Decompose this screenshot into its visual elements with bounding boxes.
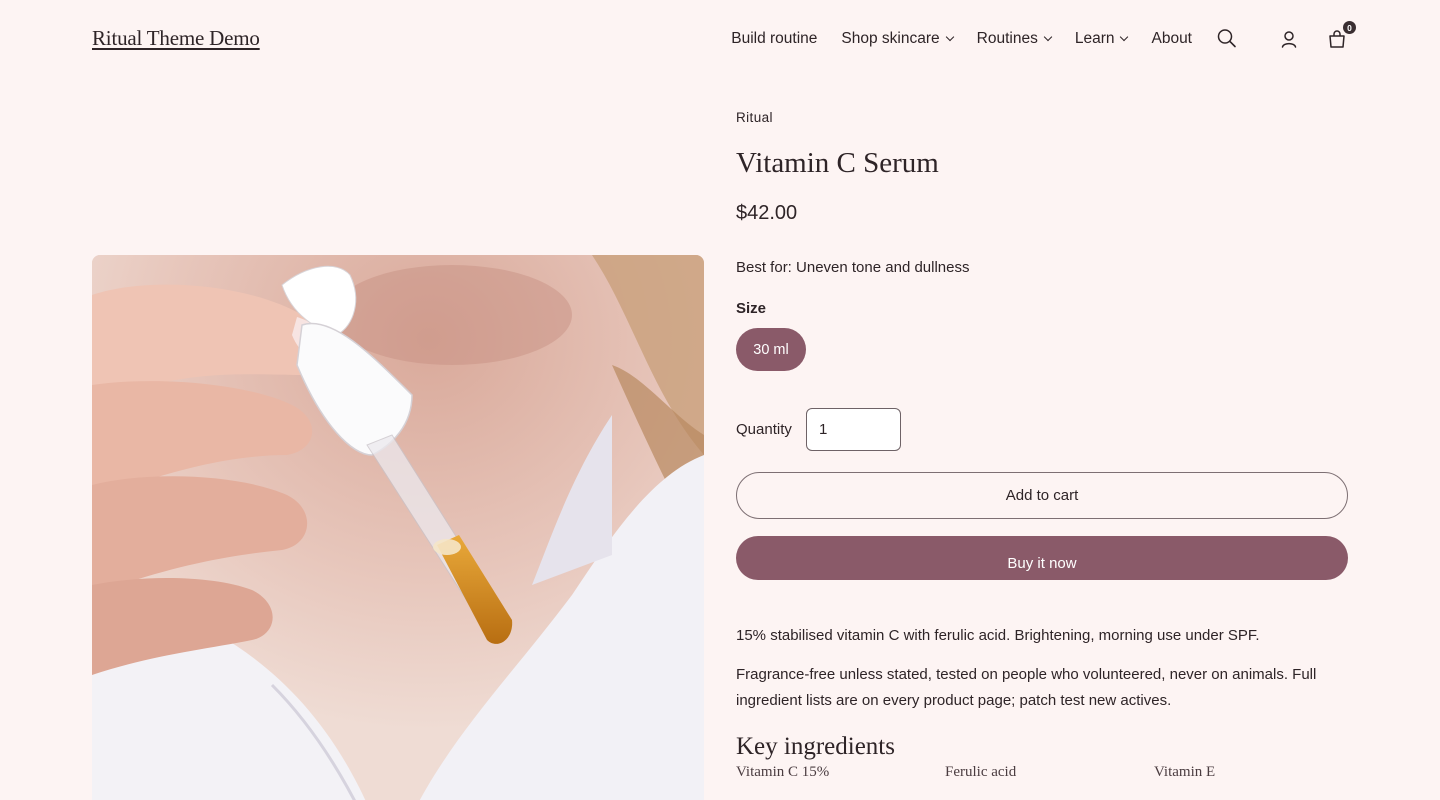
size-option-label: 30 ml [753,341,789,358]
nav-label: Build routine [731,30,818,47]
product-vendor: Ritual [736,110,773,125]
nav-routines[interactable]: Routines [976,30,1053,48]
nav-label: Learn [1074,30,1115,47]
size-option-30ml[interactable]: 30 ml [736,328,806,371]
nav-build-routine[interactable]: Build routine [731,30,817,48]
buy-now-button[interactable]: Buy it now [736,536,1348,580]
size-label: Size [736,300,767,317]
nav-learn[interactable]: Learn [1074,30,1129,48]
nav-about[interactable]: About [1151,30,1192,48]
product-description: 15% stabilised vitamin C with ferulic ac… [736,627,1260,644]
nav-label: Routines [976,30,1038,47]
chevron-down-icon [945,32,954,42]
quantity-input[interactable] [806,408,901,451]
product-title: Vitamin C Serum [736,147,939,179]
best-for-text: Best for: Uneven tone and dullness [736,259,970,276]
ingredient-item: Ferulic acid [945,764,1017,780]
key-ingredients-heading: Key ingredients [736,733,895,760]
product-image[interactable] [92,255,704,800]
cart-icon[interactable]: 0 [1326,21,1356,50]
account-icon[interactable] [1278,28,1300,50]
site-logo[interactable]: Ritual Theme Demo [92,26,260,51]
product-policy-text: Fragrance-free unless stated, tested on … [736,666,1317,709]
chevron-down-icon [1120,32,1129,42]
nav-label: About [1151,30,1192,47]
quantity-label: Quantity [736,421,792,438]
main-nav: Build routine Shop skincare Routines Lea… [731,21,1356,50]
cart-count-badge: 0 [1343,21,1356,34]
nav-shop-skincare[interactable]: Shop skincare [841,30,954,48]
product-photo [92,255,704,800]
ingredient-item: Vitamin E [1154,764,1216,780]
add-to-cart-button[interactable]: Add to cart [736,472,1348,519]
product-price: $42.00 [736,202,798,224]
ingredient-item: Vitamin C 15% [736,764,830,780]
chevron-down-icon [1043,32,1053,42]
nav-label: Shop skincare [841,30,940,47]
search-icon[interactable] [1216,28,1238,50]
